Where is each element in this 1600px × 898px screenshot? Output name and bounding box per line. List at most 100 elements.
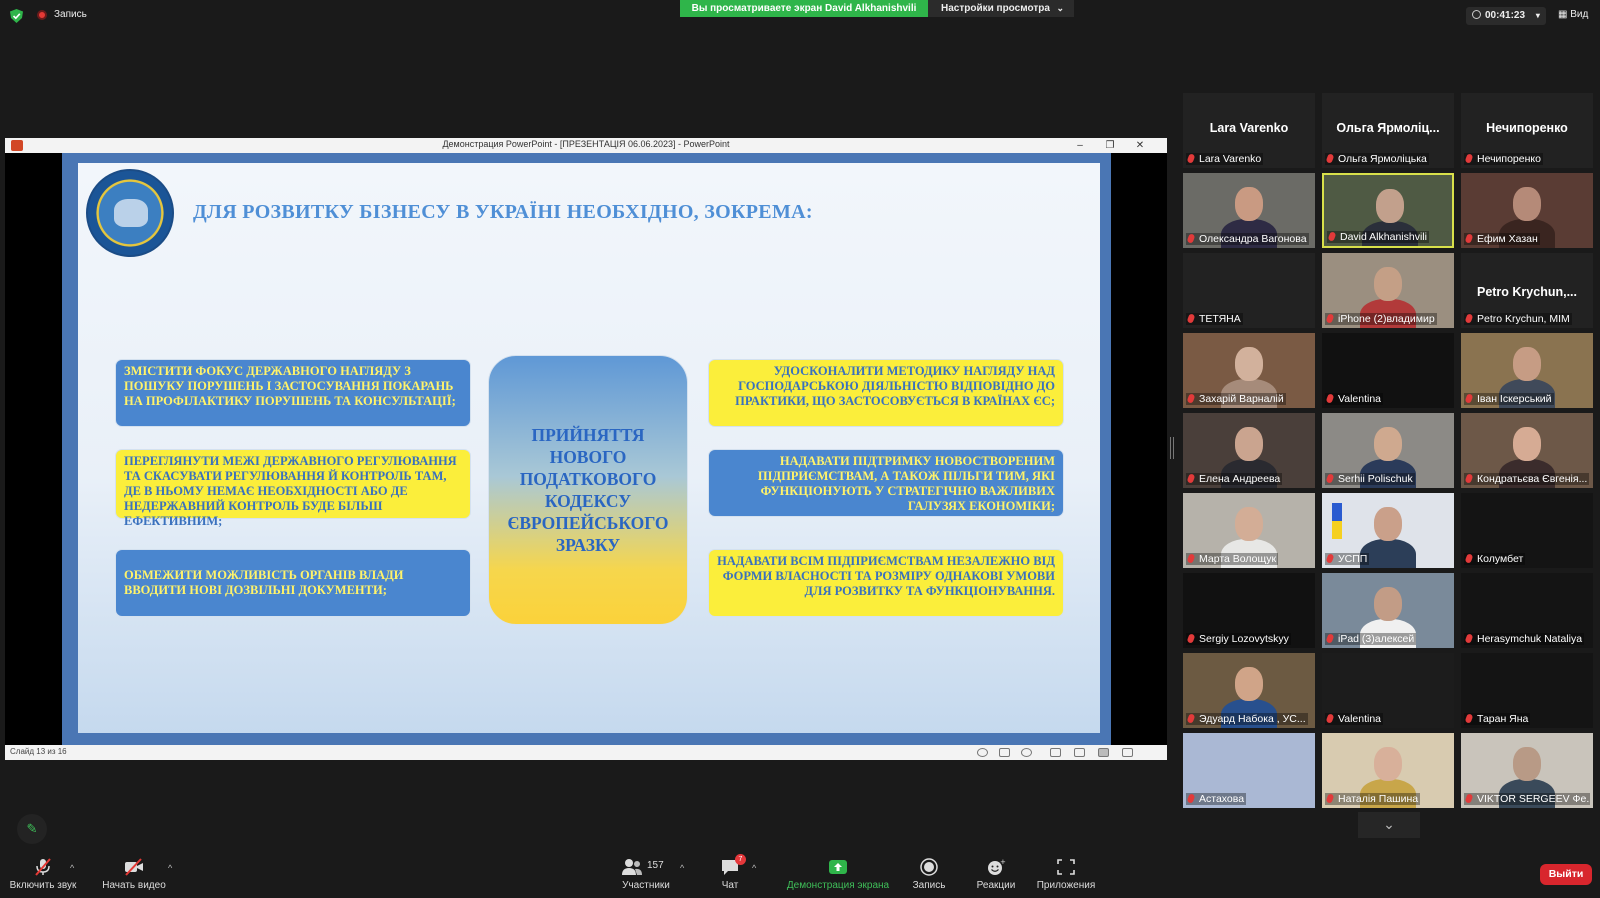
- participant-tile[interactable]: VIKTOR SERGEEV Фе...: [1461, 733, 1593, 808]
- participant-tile[interactable]: Олександра Вагонова: [1183, 173, 1315, 248]
- muted-mic-icon: [1464, 473, 1474, 484]
- slide-menu-icon[interactable]: [999, 748, 1010, 757]
- participant-name-label: Ефим Хазан: [1464, 233, 1540, 245]
- meeting-timer[interactable]: 00:41:23 ▾: [1466, 7, 1546, 25]
- participant-video-face: [1235, 187, 1263, 221]
- next-slide-icon[interactable]: [1021, 748, 1032, 757]
- participant-tile[interactable]: Нечипоренко Нечипоренко: [1461, 93, 1593, 168]
- participant-name-label: Кондратьєва Євгенія...: [1464, 473, 1590, 485]
- participant-name-label: Таран Яна: [1464, 713, 1531, 725]
- muted-mic-icon: [1327, 231, 1337, 242]
- normal-view-icon[interactable]: [1050, 748, 1061, 757]
- participant-name: Нечипоренко: [1477, 153, 1541, 165]
- participant-video-face: [1374, 747, 1402, 781]
- apps-icon: [1057, 859, 1075, 875]
- slideshow-icon[interactable]: [1122, 748, 1133, 757]
- previous-slide-icon[interactable]: [977, 748, 988, 757]
- participant-name-label: Наталія Пашина: [1325, 793, 1421, 805]
- participant-video-face: [1513, 747, 1541, 781]
- leave-meeting-button[interactable]: Выйти: [1540, 864, 1592, 885]
- view-settings-dropdown[interactable]: Настройки просмотра ⌄: [928, 0, 1074, 17]
- participant-tile[interactable]: Наталія Пашина: [1322, 733, 1454, 808]
- participant-name-label: Марта Волощук: [1186, 553, 1279, 565]
- participant-tile[interactable]: Ольга Ярмоліц... Ольга Ярмоліцька: [1322, 93, 1454, 168]
- unmute-button[interactable]: Включить звук: [8, 858, 78, 891]
- participants-options-caret-icon[interactable]: ^: [680, 863, 684, 873]
- left-box-1: ЗМІСТИТИ ФОКУС ДЕРЖАВНОГО НАГЛЯДУ З ПОШУ…: [115, 359, 471, 427]
- share-screen-icon: [829, 860, 847, 874]
- microphone-muted-icon: [35, 858, 51, 876]
- reactions-smiley-icon: +: [988, 858, 1006, 875]
- participant-tile[interactable]: Serhii Polischuk: [1322, 413, 1454, 488]
- video-options-caret-icon[interactable]: ^: [168, 863, 172, 873]
- participant-tile[interactable]: УСПП: [1322, 493, 1454, 568]
- participant-tile[interactable]: Кондратьєва Євгенія...: [1461, 413, 1593, 488]
- participant-tile[interactable]: Herasymchuk Nataliya: [1461, 573, 1593, 648]
- participant-tile[interactable]: Астахова: [1183, 733, 1315, 808]
- apps-button[interactable]: Приложения: [1034, 858, 1098, 891]
- gallery-scroll-down-button[interactable]: ⌄: [1358, 812, 1420, 838]
- participant-tile[interactable]: Елена Андреева: [1183, 413, 1315, 488]
- start-video-label: Начать видео: [102, 880, 166, 891]
- participant-tile[interactable]: Sergiy Lozovytskyy: [1183, 573, 1315, 648]
- minimize-icon[interactable]: –: [1065, 138, 1095, 153]
- participant-tile[interactable]: Lara Varenko Lara Varenko: [1183, 93, 1315, 168]
- restore-icon[interactable]: ❐: [1095, 138, 1125, 153]
- participant-tile[interactable]: Марта Волощук: [1183, 493, 1315, 568]
- chat-options-caret-icon[interactable]: ^: [752, 863, 756, 873]
- right-box-2: НАДАВАТИ ПІДТРИМКУ НОВОСТВОРЕНИМ ПІДПРИЄ…: [708, 449, 1064, 517]
- participant-tile[interactable]: Іван Іскерський: [1461, 333, 1593, 408]
- participant-tile[interactable]: David Alkhanishvili: [1322, 173, 1454, 248]
- participant-tile[interactable]: Колумбет: [1461, 493, 1593, 568]
- view-button[interactable]: ▦ Вид: [1558, 9, 1588, 20]
- slide: ДЛЯ РОЗВИТКУ БІЗНЕСУ В УКРАЇНІ НЕОБХІДНО…: [62, 153, 1111, 745]
- participant-tile[interactable]: Таран Яна: [1461, 653, 1593, 728]
- recording-label[interactable]: Запись: [54, 9, 87, 20]
- muted-mic-icon: [1464, 153, 1474, 164]
- participant-name: Lara Varenko: [1199, 153, 1262, 165]
- participant-tile[interactable]: ТЕТЯНА: [1183, 253, 1315, 328]
- panel-resize-handle[interactable]: [1170, 437, 1174, 459]
- muted-mic-icon: [1186, 393, 1196, 404]
- participant-video-face: [1376, 189, 1404, 223]
- left-box-2: ПЕРЕГЛЯНУТИ МЕЖІ ДЕРЖАВНОГО РЕГУЛЮВАННЯ …: [115, 449, 471, 528]
- participant-name-label: Елена Андреева: [1186, 473, 1283, 485]
- participant-name-label: iPad (3)алексей: [1325, 633, 1417, 645]
- participant-tile[interactable]: Petro Krychun,... Petro Krychun, MIM: [1461, 253, 1593, 328]
- muted-mic-icon: [1464, 393, 1474, 404]
- record-button[interactable]: Запись: [908, 858, 950, 891]
- viewing-screen-banner: Вы просматриваете экран David Alkhanishv…: [680, 0, 928, 17]
- security-shield-icon[interactable]: [10, 9, 23, 23]
- participant-name: ТЕТЯНА: [1199, 313, 1241, 325]
- reading-view-icon[interactable]: [1098, 748, 1109, 757]
- participant-name-label: Іван Іскерський: [1464, 393, 1554, 405]
- reactions-button[interactable]: + Реакции: [973, 858, 1019, 891]
- participants-icon: [622, 859, 642, 875]
- share-screen-label: Демонстрация экрана: [786, 880, 890, 891]
- participant-tile[interactable]: Захарій Варналій: [1183, 333, 1315, 408]
- participant-tile[interactable]: Ефим Хазан: [1461, 173, 1593, 248]
- participant-name: Захарій Варналій: [1199, 393, 1284, 405]
- slide-sorter-icon[interactable]: [1074, 748, 1085, 757]
- close-icon[interactable]: ✕: [1125, 138, 1155, 153]
- unmute-label: Включить звук: [9, 880, 77, 891]
- participant-name: Herasymchuk Nataliya: [1477, 633, 1583, 645]
- participant-tile[interactable]: iPhone (2)владимир: [1322, 253, 1454, 328]
- start-video-button[interactable]: Начать видео: [99, 858, 169, 891]
- muted-mic-icon: [1325, 473, 1335, 484]
- participant-name: Олександра Вагонова: [1199, 233, 1307, 245]
- slide-heading: ДЛЯ РОЗВИТКУ БІЗНЕСУ В УКРАЇНІ НЕОБХІДНО…: [193, 201, 813, 223]
- participant-tile[interactable]: Valentina: [1322, 653, 1454, 728]
- participant-video-face: [1374, 427, 1402, 461]
- audio-options-caret-icon[interactable]: ^: [70, 863, 74, 873]
- participant-name-label: УСПП: [1325, 553, 1370, 565]
- participant-name-label: Астахова: [1186, 793, 1247, 805]
- participant-tile[interactable]: Эдуард Набока , УС...: [1183, 653, 1315, 728]
- participants-button[interactable]: 157 Участники: [616, 858, 676, 891]
- participant-tile[interactable]: Valentina: [1322, 333, 1454, 408]
- chat-button[interactable]: 7 Чат: [712, 854, 748, 891]
- share-screen-button[interactable]: Демонстрация экрана: [785, 858, 891, 891]
- timer-value: 00:41:23: [1485, 10, 1526, 21]
- participant-tile[interactable]: iPad (3)алексей: [1322, 573, 1454, 648]
- participants-label: Участники: [622, 880, 670, 891]
